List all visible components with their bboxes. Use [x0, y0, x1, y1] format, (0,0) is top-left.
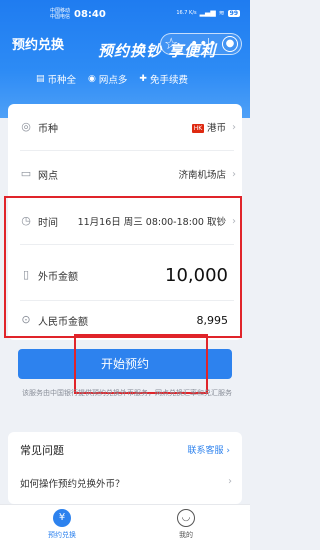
highlight-box-form [4, 196, 242, 338]
bottom-tab-bar: ¥ 预约兑换 ◡ 我的 [0, 504, 250, 550]
contact-service-link[interactable]: 联系客服 › [188, 443, 230, 456]
chevron-right-icon: › [232, 121, 236, 133]
branch-row[interactable]: ▭ 网点 济南机场店 › [8, 151, 242, 197]
branch-value: 济南机场店 [178, 170, 226, 181]
store-icon: ▭ [20, 167, 32, 180]
currency-row[interactable]: ◎ 币种 HK 港币 › [8, 104, 242, 150]
service-notice: 该服务由中国银行提供预约兑换外币服务，网点兑换汇率和兑汇服务 [22, 389, 232, 397]
more-icon[interactable]: ••• [190, 33, 218, 55]
signal-icon: ▂▄▆ [199, 9, 216, 17]
close-icon[interactable]: ● [222, 36, 238, 52]
app-title: 预约兑换 [12, 38, 65, 53]
globe-icon: ◎ [21, 120, 31, 133]
tab-mine[interactable]: ◡ 我的 [156, 509, 216, 540]
discount-icon: ✚ [139, 74, 147, 84]
hk-flag-icon: HK [191, 124, 204, 133]
chevron-right-icon: › [228, 476, 232, 487]
wifi-icon: ≋ [218, 9, 225, 17]
faq-card: 常见问题 联系客服 › 如何操作预约兑换外币？ › [8, 432, 242, 504]
location-icon: ◉ [88, 74, 96, 84]
feature-item: ▤ 币种全 [36, 74, 77, 86]
faq-title: 常见问题 [20, 444, 64, 457]
exchange-icon: ¥ [53, 509, 71, 527]
feature-list: ▤ 币种全 ◉ 网点多 ✚ 免手续费 [36, 72, 188, 86]
currency-icon: ▤ [36, 74, 45, 84]
faq-question[interactable]: 如何操作预约兑换外币？ [20, 476, 125, 490]
status-bar: 中国移动 中国电信 08:40 16.7 K/s ▂▄▆ ≋ 99 [0, 0, 250, 28]
highlight-box-button [74, 334, 208, 394]
tab-exchange[interactable]: ¥ 预约兑换 [32, 509, 92, 540]
capsule-divider [208, 38, 209, 50]
system-icons: 16.7 K/s ▂▄▆ ≋ 99 [176, 9, 240, 17]
carrier-info: 中国移动 中国电信 [50, 8, 71, 20]
currency-value: HK 港币 [191, 123, 226, 134]
user-icon: ◡ [177, 509, 195, 527]
feature-item: ◉ 网点多 [88, 74, 128, 86]
network-speed: 16.7 K/s [176, 10, 197, 16]
feature-item: ✚ 免手续费 [139, 74, 188, 86]
star-icon[interactable]: ☆ [164, 33, 178, 55]
clock: 08:40 [74, 9, 106, 20]
chevron-right-icon: › [232, 168, 236, 180]
battery-icon: 99 [227, 9, 240, 17]
